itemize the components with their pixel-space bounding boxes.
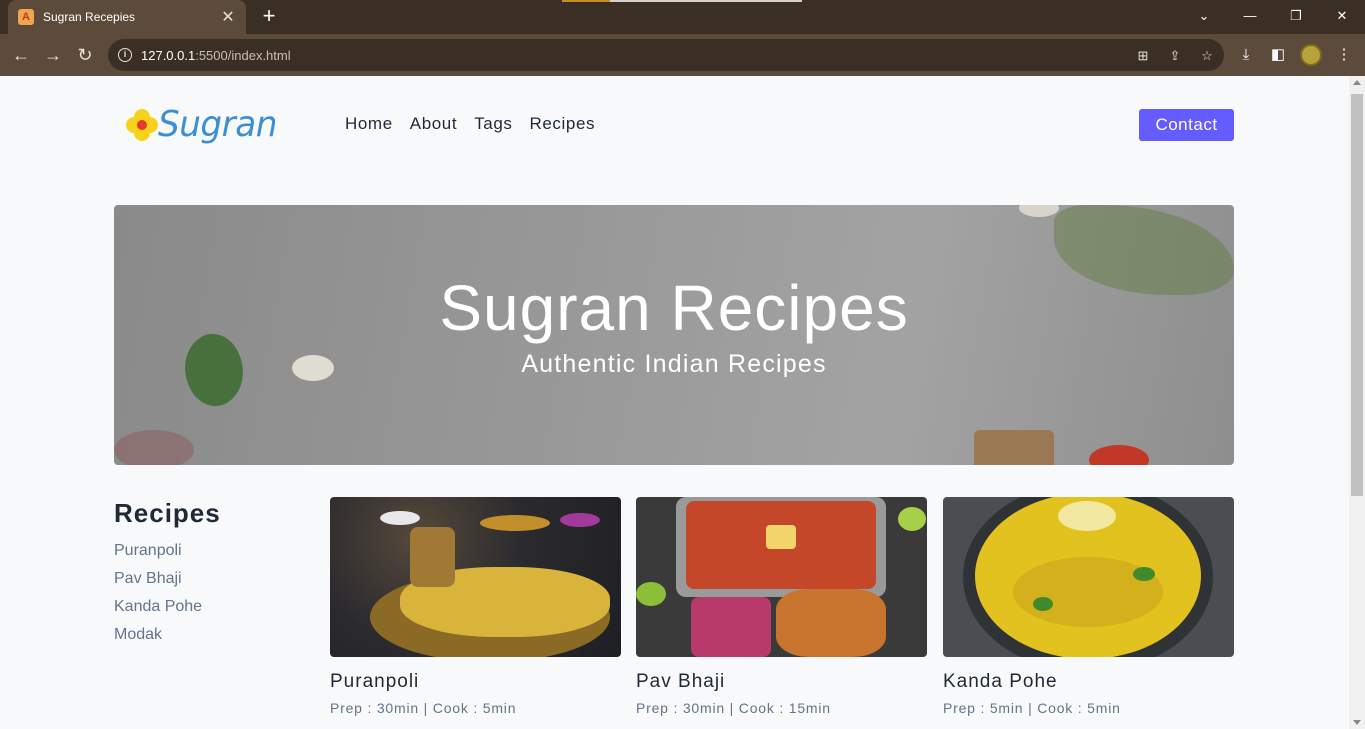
side-panel-icon[interactable]: ◧ (1268, 45, 1288, 65)
card-title[interactable]: Puranpoli (330, 671, 621, 693)
garlic-decoration (1019, 205, 1059, 217)
browser-toolbar: ← → ↻ i 127.0.0.1:5500/index.html ⊞ ⇪ ☆ … (0, 34, 1365, 76)
site-logo[interactable]: Sugran (126, 104, 283, 145)
new-tab-icon[interactable]: + (258, 5, 280, 28)
back-arrow-icon[interactable]: ← (10, 44, 32, 66)
address-bar[interactable]: i 127.0.0.1:5500/index.html ⊞ ⇪ ☆ (108, 39, 1224, 71)
browser-tab-bar: A Sugran Recepies ✕ + ⌄ — ❐ ✕ (0, 0, 1365, 34)
main-nav: Home About Tags Recipes (345, 114, 612, 134)
profile-avatar[interactable] (1300, 44, 1322, 66)
page-viewport: Sugran Home About Tags Recipes Contact S… (0, 76, 1349, 729)
scroll-down-arrow-icon[interactable] (1353, 720, 1361, 725)
hero-banner: Sugran Recipes Authentic Indian Recipes (114, 205, 1234, 465)
url-text: 127.0.0.1:5500/index.html (141, 47, 291, 63)
card-meta: Prep : 30min | Cook : 5min (330, 700, 517, 716)
sidebar-item-modak[interactable]: Modak (114, 625, 202, 653)
reload-icon[interactable]: ↻ (74, 44, 96, 66)
sidebar-item-kanda-pohe[interactable]: Kanda Pohe (114, 597, 202, 625)
scroll-up-arrow-icon[interactable] (1353, 80, 1361, 85)
tab-search-icon[interactable]: ⌄ (1192, 6, 1216, 26)
site-favicon-icon: A (18, 9, 34, 25)
puranpoli-image[interactable] (330, 497, 621, 657)
sidebar-title: Recipes (114, 498, 221, 528)
page-scrollbar[interactable] (1349, 76, 1365, 729)
share-icon[interactable]: ⇪ (1166, 47, 1184, 65)
wooden-spoon-decoration (974, 430, 1054, 465)
tab-title: Sugran Recepies (43, 10, 136, 24)
tab-loading-indicator (562, 0, 802, 2)
logo-text: Sugran (158, 104, 277, 145)
close-tab-icon[interactable]: ✕ (220, 7, 236, 27)
download-icon[interactable]: ⤓ (1236, 45, 1256, 65)
close-window-icon[interactable]: ✕ (1330, 6, 1354, 26)
hero-title: Sugran Recipes (439, 272, 909, 344)
card-meta: Prep : 30min | Cook : 15min (636, 700, 831, 716)
recipe-card[interactable]: Kanda Pohe Prep : 5min | Cook : 5min (943, 497, 1234, 716)
nav-link-recipes[interactable]: Recipes (530, 114, 596, 134)
menu-kebab-icon[interactable]: ⋮ (1334, 45, 1354, 65)
tomato-decoration (1089, 445, 1149, 465)
card-title[interactable]: Kanda Pohe (943, 671, 1234, 693)
sidebar-item-pav-bhaji[interactable]: Pav Bhaji (114, 569, 202, 597)
minimize-icon[interactable]: — (1238, 6, 1262, 26)
hero-subtitle: Authentic Indian Recipes (521, 350, 827, 378)
flower-logo-icon (126, 108, 158, 141)
translate-icon[interactable]: ⊞ (1134, 47, 1152, 65)
recipe-card[interactable]: Puranpoli Prep : 30min | Cook : 5min (330, 497, 621, 716)
recipe-card[interactable]: Pav Bhaji Prep : 30min | Cook : 15min (636, 497, 927, 716)
restore-icon[interactable]: ❐ (1284, 6, 1308, 26)
nav-link-tags[interactable]: Tags (474, 114, 512, 134)
nav-link-about[interactable]: About (410, 114, 457, 134)
food-decoration (114, 430, 194, 465)
sidebar-item-puranpoli[interactable]: Puranpoli (114, 541, 202, 569)
contact-button[interactable]: Contact (1139, 109, 1234, 141)
card-title[interactable]: Pav Bhaji (636, 671, 927, 693)
scrollbar-thumb[interactable] (1351, 94, 1363, 496)
bookmark-star-icon[interactable]: ☆ (1198, 47, 1216, 65)
kanda-pohe-image[interactable] (943, 497, 1234, 657)
card-meta: Prep : 5min | Cook : 5min (943, 700, 1121, 716)
nav-link-home[interactable]: Home (345, 114, 393, 134)
forward-arrow-icon[interactable]: → (42, 44, 64, 66)
pav-bhaji-image[interactable] (636, 497, 927, 657)
browser-tab[interactable]: A Sugran Recepies ✕ (8, 0, 246, 34)
sidebar-recipe-list: Puranpoli Pav Bhaji Kanda Pohe Modak (114, 541, 202, 653)
site-info-icon[interactable]: i (118, 48, 132, 62)
